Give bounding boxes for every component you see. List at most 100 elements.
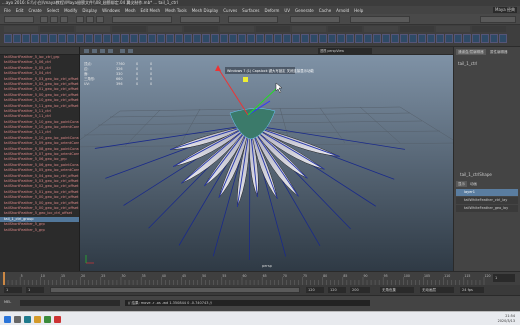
shelf-tool-icon[interactable] — [481, 34, 489, 43]
shelf-tool-icon[interactable] — [166, 34, 174, 43]
shelf-tool-icon[interactable] — [139, 34, 147, 43]
render-icons[interactable] — [290, 16, 340, 23]
viewport-scene[interactable]: Windows 7 (1) Capslock 键大写锁定 关闭连接显示功能 顶点… — [80, 55, 453, 271]
shelf-tool-icon[interactable] — [400, 34, 408, 43]
outliner-item[interactable]: tailShortFeather_5_02_geo_loc_ctrl_offse… — [0, 184, 79, 189]
shelf-tab[interactable] — [292, 26, 326, 32]
shelf-tool-icon[interactable] — [310, 34, 318, 43]
search-icon[interactable] — [14, 316, 21, 323]
current-time-marker[interactable] — [3, 272, 5, 285]
tab-attribute-editor[interactable]: 属性编辑器 — [488, 49, 510, 55]
shelf-tab[interactable] — [328, 26, 362, 32]
shelf-tool-icon[interactable] — [220, 34, 228, 43]
menu-generate[interactable]: Generate — [295, 8, 314, 13]
current-frame-field[interactable]: 1 — [493, 274, 515, 282]
viewport[interactable]: Windows 7 (1) Capslock 键大写锁定 关闭连接显示功能 顶点… — [80, 55, 453, 271]
menu-modify[interactable]: Modify — [64, 8, 77, 13]
shelf-tool-icon[interactable] — [418, 34, 426, 43]
command-input[interactable] — [20, 300, 120, 306]
outliner-item[interactable]: tailShortFeather_5_01_geo_loc_ctrl_offse… — [0, 87, 79, 92]
shelf-tool-icon[interactable] — [463, 34, 471, 43]
selected-object-name[interactable]: tail_1_ctrl — [458, 61, 477, 66]
shelf-tab[interactable] — [112, 26, 146, 32]
menu-mesh[interactable]: Mesh — [125, 8, 136, 13]
shelf-tool-icon[interactable] — [76, 34, 84, 43]
shelf-tool-icon[interactable] — [94, 34, 102, 43]
shelf-tab[interactable] — [256, 26, 290, 32]
shelf-tab[interactable] — [76, 26, 110, 32]
shelf-tool-icon[interactable] — [85, 34, 93, 43]
shelf-tool-icon[interactable] — [49, 34, 57, 43]
shelf-tool-icon[interactable] — [382, 34, 390, 43]
outliner-item[interactable]: tailShortFeather_5_geo_loc_ctrl_offset — [0, 211, 79, 216]
maya-app-icon[interactable] — [24, 316, 31, 323]
outliner-item[interactable]: tailShortFeather_5_00_geo_loc_ctrl_offse… — [0, 195, 79, 200]
shelf-tool-icon[interactable] — [391, 34, 399, 43]
shelf-tool-icon[interactable] — [229, 34, 237, 43]
character-set-dropdown[interactable]: 无角色集 — [380, 287, 414, 293]
select-by-object-icon[interactable] — [86, 16, 94, 23]
shelf-tool-icon[interactable] — [472, 34, 480, 43]
history-icons[interactable] — [228, 16, 278, 23]
shelf-tool-icon[interactable] — [184, 34, 192, 43]
display-layer-item[interactable]: tailWhiteFeather_ctrl_lay — [456, 197, 518, 204]
shelf-tool-icon[interactable] — [238, 34, 246, 43]
shelf-tool-icon[interactable] — [103, 34, 111, 43]
shelf-tool-icon[interactable] — [193, 34, 201, 43]
fps-dropdown[interactable]: 24 fps — [460, 287, 484, 293]
menu-uv[interactable]: UV — [284, 8, 290, 13]
shelf-tab[interactable] — [184, 26, 218, 32]
select-by-hierarchy-icon[interactable] — [76, 16, 84, 23]
outliner-item[interactable]: tailShortFeather_5_09_geo_loc_orientCons — [0, 141, 79, 146]
tab-anim-layers[interactable]: 动画 — [468, 181, 479, 187]
menu-mesh-tools[interactable]: Mesh Tools — [165, 8, 187, 13]
shelf-tool-icon[interactable] — [409, 34, 417, 43]
selection-mask-icons[interactable] — [112, 16, 172, 23]
range-bar[interactable] — [50, 287, 300, 293]
textured-icon[interactable] — [108, 49, 113, 53]
shelf-tool-icon[interactable] — [454, 34, 462, 43]
app-icon[interactable] — [44, 316, 51, 323]
shelf-tool-icon[interactable] — [499, 34, 507, 43]
xray-icon[interactable] — [128, 49, 133, 53]
folder-icon[interactable] — [34, 316, 41, 323]
anim-layer-dropdown[interactable]: 无动画层 — [420, 287, 454, 293]
shelf-tool-icon[interactable] — [436, 34, 444, 43]
shelf-tab[interactable] — [400, 26, 434, 32]
menu-curves[interactable]: Curves — [223, 8, 237, 13]
manip-center-handle[interactable] — [243, 77, 248, 82]
shelf-tool-icon[interactable] — [274, 34, 282, 43]
shelf-tool-icon[interactable] — [328, 34, 336, 43]
shelf-tool-icon[interactable] — [247, 34, 255, 43]
shelf-tool-icon[interactable] — [40, 34, 48, 43]
shelf-tool-icon[interactable] — [346, 34, 354, 43]
shelf-tab[interactable] — [40, 26, 74, 32]
wireframe-icon[interactable] — [92, 49, 97, 53]
shelf-tool-icon[interactable] — [319, 34, 327, 43]
shelf-tool-icon[interactable] — [58, 34, 66, 43]
shelf-tool-icon[interactable] — [256, 34, 264, 43]
shelf-tool-icon[interactable] — [4, 34, 12, 43]
end-time-field[interactable]: 120 — [328, 287, 346, 293]
tab-display-layers[interactable]: 显示 — [456, 181, 467, 187]
workspace-selector[interactable]: Maya 经典 — [493, 7, 517, 13]
start-icon[interactable] — [4, 316, 11, 323]
camera-icon[interactable] — [84, 49, 89, 53]
shelf-tool-icon[interactable] — [175, 34, 183, 43]
start-time-field[interactable]: 1 — [4, 287, 22, 293]
anim-end-field[interactable]: 200 — [350, 287, 370, 293]
outliner-item[interactable]: tailShortFeather_5_10_geo_loc_ctrl_offse… — [0, 98, 79, 103]
panel-toggle-icons[interactable] — [480, 16, 516, 23]
inner-start-field[interactable]: 1 — [26, 287, 44, 293]
shelf-tab[interactable] — [472, 26, 506, 32]
smooth-shade-icon[interactable] — [100, 49, 105, 53]
menu-cache[interactable]: Cache — [319, 8, 331, 13]
menu-surfaces[interactable]: Surfaces — [242, 8, 259, 13]
clock[interactable]: 21:54 2020/3/13 — [498, 314, 515, 324]
shelf-tool-icon[interactable] — [283, 34, 291, 43]
shelf-tool-icon[interactable] — [31, 34, 39, 43]
menu-edit[interactable]: Edit — [16, 8, 24, 13]
menu-arnold[interactable]: Arnold — [336, 8, 349, 13]
shelf-tool-icon[interactable] — [337, 34, 345, 43]
menu-display[interactable]: Display — [82, 8, 97, 13]
